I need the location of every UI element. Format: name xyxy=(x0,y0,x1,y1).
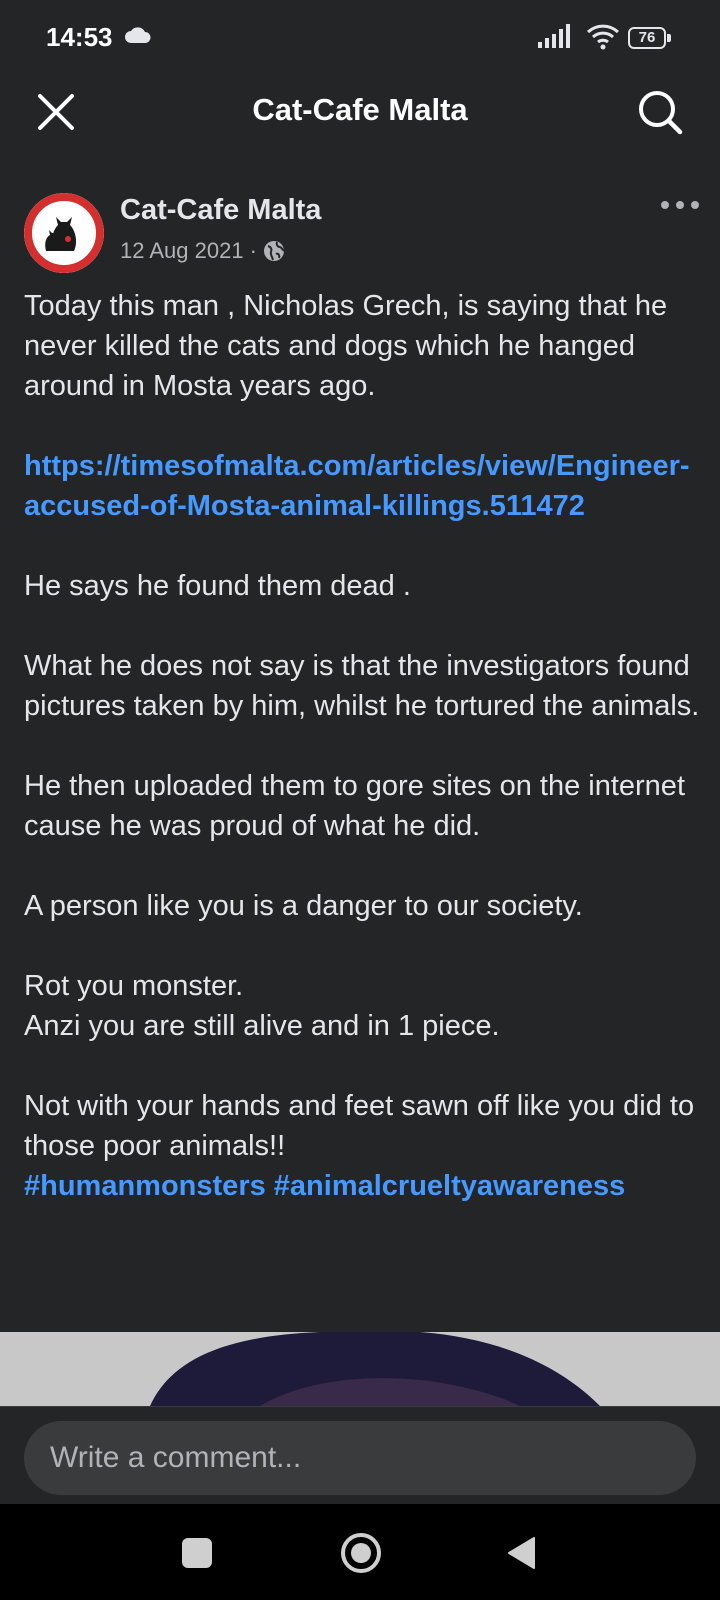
more-options-icon xyxy=(661,201,699,209)
meta-separator: · xyxy=(249,238,257,263)
cloud-icon xyxy=(124,26,152,49)
post-paragraph: Rot you monster. xyxy=(24,970,244,1002)
post-paragraph: Not with your hands and feet sawn off li… xyxy=(24,1090,695,1162)
search-button[interactable] xyxy=(636,88,686,138)
battery-indicator: 76 xyxy=(628,27,671,49)
post-paragraph: A person like you is a danger to our soc… xyxy=(24,890,583,922)
system-nav-bar xyxy=(0,1504,720,1600)
globe-icon xyxy=(263,241,285,261)
article-link[interactable]: https://timesofmalta.com/articles/view/E… xyxy=(24,450,690,522)
post-meta: 12 Aug 2021 · xyxy=(120,238,285,264)
home-button[interactable] xyxy=(340,1532,382,1574)
post-paragraph: He says he found them dead . xyxy=(24,570,411,602)
post-image[interactable] xyxy=(0,1332,720,1406)
post-paragraph: Today this man , Nicholas Grech, is sayi… xyxy=(24,290,668,402)
hashtags[interactable]: #humanmonsters #animalcrueltyawareness xyxy=(24,1170,625,1202)
post-photo xyxy=(0,1332,720,1406)
post-paragraph: He then uploaded them to gore sites on t… xyxy=(24,770,685,842)
search-icon xyxy=(639,91,683,135)
home-icon xyxy=(341,1533,381,1573)
comment-input[interactable]: Write a comment... xyxy=(24,1421,696,1495)
back-button[interactable] xyxy=(506,1536,536,1570)
recent-apps-button[interactable] xyxy=(182,1538,212,1568)
back-icon xyxy=(508,1537,535,1569)
wifi-icon xyxy=(586,22,620,55)
page-header: Cat-Cafe Malta xyxy=(0,80,720,170)
post-paragraph: What he does not say is that the investi… xyxy=(24,650,700,722)
post-body: Today this man , Nicholas Grech, is sayi… xyxy=(24,286,700,1206)
post-author[interactable]: Cat-Cafe Malta xyxy=(120,194,321,227)
status-bar: 14:53 76 xyxy=(0,0,720,80)
comment-bar: Write a comment... xyxy=(0,1406,720,1504)
animal-guardians-logo xyxy=(24,193,104,273)
page-title: Cat-Cafe Malta xyxy=(252,92,468,127)
post-date[interactable]: 12 Aug 2021 xyxy=(120,238,244,264)
more-options-button[interactable] xyxy=(660,198,700,218)
signal-icon xyxy=(538,24,570,53)
status-time: 14:53 xyxy=(46,22,113,52)
page-avatar[interactable] xyxy=(24,193,104,273)
post-paragraph: Anzi you are still alive and in 1 piece. xyxy=(24,1010,500,1042)
